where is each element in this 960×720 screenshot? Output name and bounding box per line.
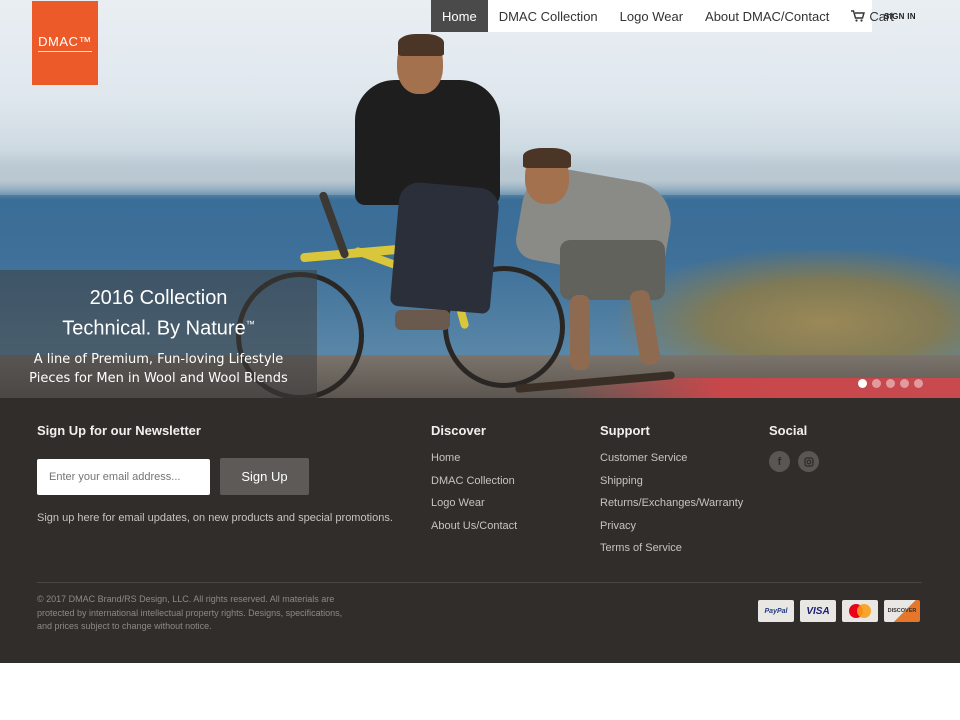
footer-link-logo-wear[interactable]: Logo Wear	[431, 496, 517, 519]
newsletter-heading: Sign Up for our Newsletter	[37, 423, 201, 438]
paypal-icon: PayPal	[758, 600, 794, 622]
support-links: Customer Service Shipping Returns/Exchan…	[600, 451, 743, 564]
slider-dots	[858, 379, 923, 388]
slider-dot-4[interactable]	[900, 379, 909, 388]
slider-dot-1[interactable]	[858, 379, 867, 388]
social-heading: Social	[769, 423, 808, 438]
social-icons: f	[769, 451, 819, 472]
cart-icon	[851, 10, 866, 22]
discover-icon: DISCOVER	[884, 600, 920, 622]
brand-logo[interactable]: DMAC™	[32, 1, 98, 85]
footer-link-shipping[interactable]: Shipping	[600, 474, 743, 497]
brand-logo-text: DMAC™	[38, 34, 92, 52]
nav-item-home[interactable]: Home	[431, 0, 488, 32]
hero-caption-title: 2016 Collection	[89, 287, 228, 309]
footer-link-about-contact[interactable]: About Us/Contact	[431, 519, 517, 542]
support-heading: Support	[600, 423, 650, 438]
footer-link-home[interactable]: Home	[431, 451, 517, 474]
hero-caption-line-1: A line of Premium, Fun-loving Lifestyle	[33, 351, 284, 367]
footer-link-terms[interactable]: Terms of Service	[600, 541, 743, 564]
hero-caption: 2016 Collection Technical. By Nature™ A …	[0, 270, 317, 398]
hero-caption-subtitle: Technical. By Nature™	[0, 311, 317, 342]
footer-link-privacy[interactable]: Privacy	[600, 519, 743, 542]
nav-item-logo-wear[interactable]: Logo Wear	[609, 0, 694, 32]
newsletter-email-input[interactable]	[37, 459, 210, 495]
nav-item-about-contact[interactable]: About DMAC/Contact	[694, 0, 840, 32]
main-nav: Home DMAC Collection Logo Wear About DMA…	[431, 0, 894, 32]
site-footer: Sign Up for our Newsletter Sign Up Sign …	[0, 398, 960, 663]
slider-dot-2[interactable]	[872, 379, 881, 388]
copyright-line-1: © 2017 DMAC Brand/RS Design, LLC. All ri…	[37, 594, 335, 604]
instagram-icon[interactable]	[798, 451, 819, 472]
footer-link-customer-service[interactable]: Customer Service	[600, 451, 743, 474]
copyright-text: © 2017 DMAC Brand/RS Design, LLC. All ri…	[37, 593, 357, 634]
copyright-line-3: and prices subject to change without not…	[37, 621, 212, 631]
slider-dot-3[interactable]	[886, 379, 895, 388]
visa-icon: VISA	[800, 600, 836, 622]
mastercard-icon	[842, 600, 878, 622]
hero-caption-trademark: ™	[245, 319, 255, 329]
hero-caption-subtitle-text: Technical. By Nature	[62, 317, 246, 340]
newsletter-description: Sign up here for email updates, on new p…	[37, 512, 393, 524]
copyright-line-2: protected by international intellectual …	[37, 607, 343, 618]
slider-dot-5[interactable]	[914, 379, 923, 388]
footer-link-returns[interactable]: Returns/Exchanges/Warranty	[600, 496, 743, 519]
sign-in-link[interactable]: SIGN IN	[884, 12, 916, 21]
footer-link-dmac-collection[interactable]: DMAC Collection	[431, 474, 517, 497]
facebook-icon[interactable]: f	[769, 451, 790, 472]
discover-links: Home DMAC Collection Logo Wear About Us/…	[431, 451, 517, 541]
footer-divider	[37, 582, 922, 583]
nav-item-dmac-collection[interactable]: DMAC Collection	[488, 0, 609, 32]
hero-caption-line-2: Pieces for Men in Wool and Wool Blends	[29, 370, 288, 386]
newsletter-signup-button[interactable]: Sign Up	[220, 458, 309, 495]
discover-heading: Discover	[431, 423, 486, 438]
